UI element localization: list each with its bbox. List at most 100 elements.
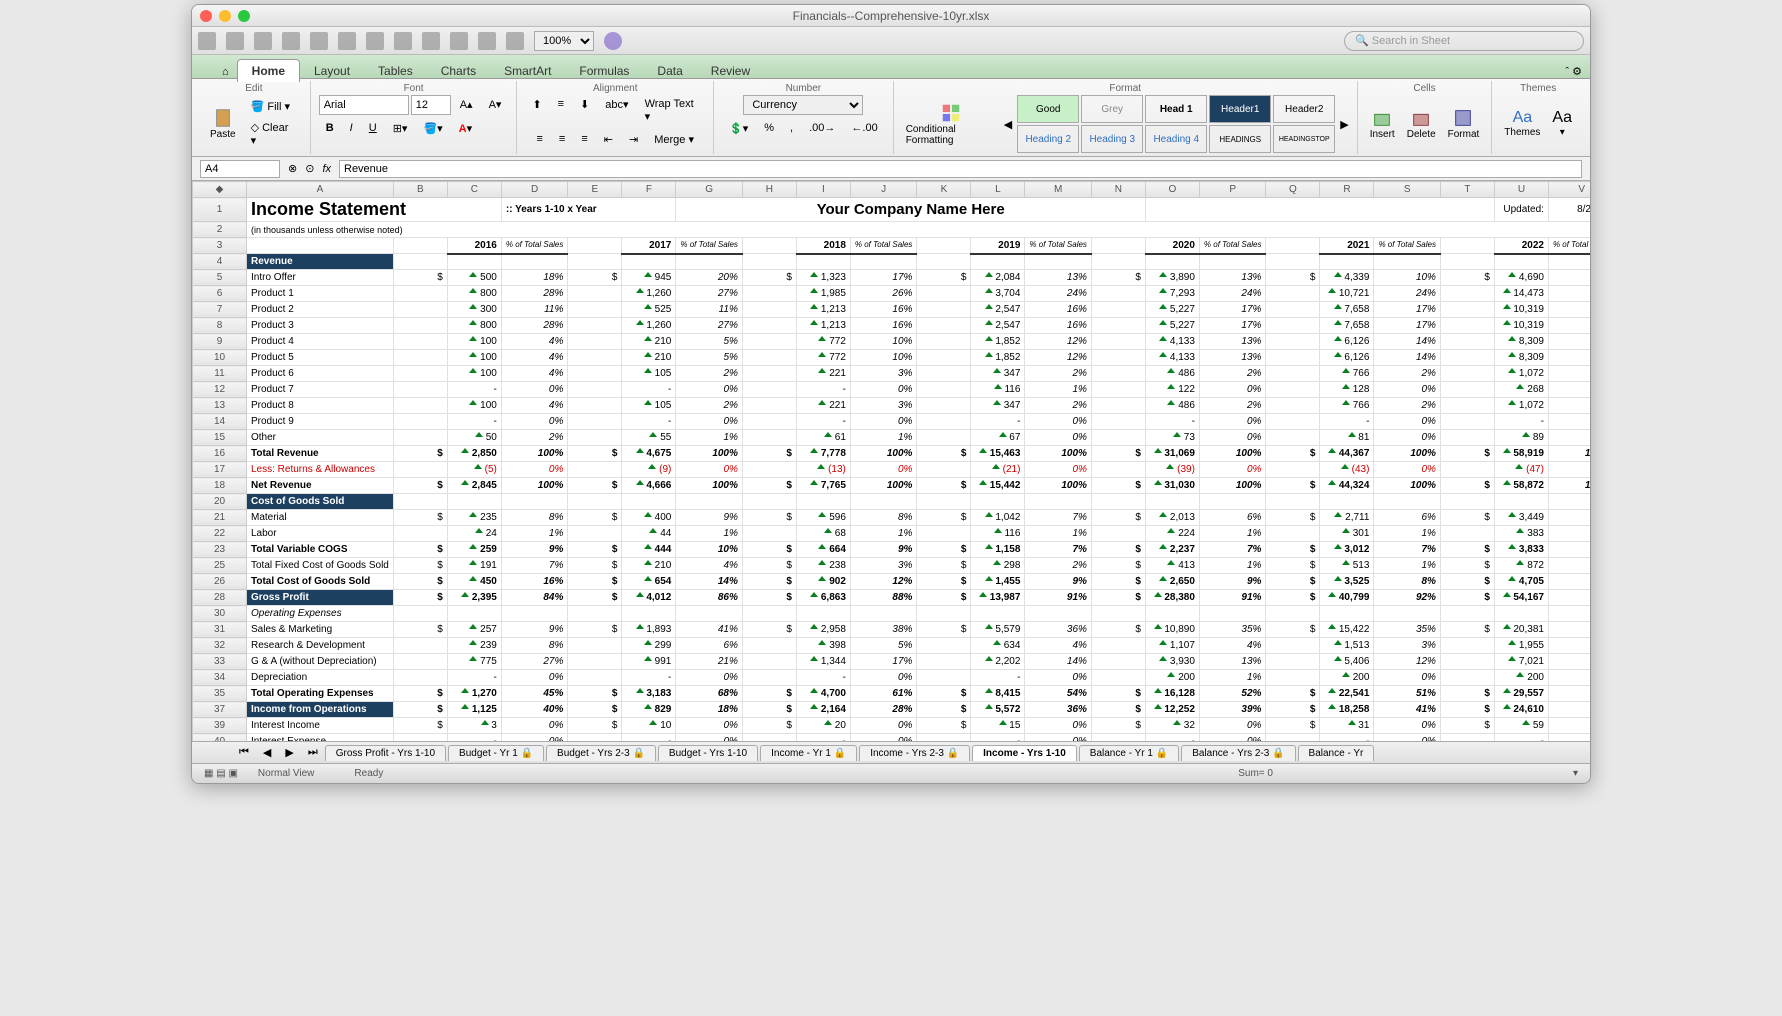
data-cell[interactable]: 259 bbox=[447, 542, 501, 558]
data-cell[interactable]: 7,778 bbox=[796, 446, 850, 462]
data-cell[interactable]: 2,395 bbox=[447, 590, 501, 606]
row-header-7[interactable]: 7 bbox=[193, 302, 247, 318]
search-input[interactable]: 🔍 Search in Sheet bbox=[1344, 31, 1584, 51]
style-prev-icon[interactable]: ◀ bbox=[1004, 118, 1012, 131]
decrease-decimal-button[interactable]: ←.00 bbox=[844, 119, 884, 138]
data-cell[interactable] bbox=[742, 734, 796, 742]
data-cell[interactable]: 6% bbox=[1199, 510, 1266, 526]
autosum-icon[interactable] bbox=[422, 32, 440, 50]
data-cell[interactable] bbox=[1266, 430, 1320, 446]
data-cell[interactable]: $ bbox=[917, 446, 971, 462]
row-header-16[interactable]: 16 bbox=[193, 446, 247, 462]
data-cell[interactable]: 0% bbox=[1548, 734, 1590, 742]
data-cell[interactable]: 7% bbox=[501, 558, 568, 574]
row-label[interactable]: Labor bbox=[247, 526, 394, 542]
data-cell[interactable]: $ bbox=[1440, 270, 1494, 286]
col-header-G[interactable]: G bbox=[676, 182, 743, 198]
font-name-select[interactable] bbox=[319, 95, 409, 115]
data-cell[interactable]: 20% bbox=[676, 270, 743, 286]
data-cell[interactable]: 58,872 bbox=[1494, 478, 1548, 494]
data-cell[interactable]: 2,850 bbox=[447, 446, 501, 462]
data-cell[interactable]: $ bbox=[393, 558, 447, 574]
data-cell[interactable]: 28% bbox=[501, 318, 568, 334]
note-cell[interactable]: (in thousands unless otherwise noted) bbox=[247, 222, 1591, 238]
data-cell[interactable]: 35% bbox=[1199, 622, 1266, 638]
data-cell[interactable]: 32 bbox=[1145, 718, 1199, 734]
data-cell[interactable] bbox=[393, 318, 447, 334]
data-cell[interactable]: $ bbox=[917, 686, 971, 702]
data-cell[interactable]: 300 bbox=[447, 302, 501, 318]
data-cell[interactable]: 1,213 bbox=[796, 318, 850, 334]
data-cell[interactable]: - bbox=[1320, 734, 1374, 742]
data-cell[interactable]: 2% bbox=[1374, 398, 1441, 414]
data-cell[interactable]: 6,126 bbox=[1320, 350, 1374, 366]
data-cell[interactable]: 10% bbox=[676, 542, 743, 558]
data-cell[interactable]: $ bbox=[1091, 542, 1145, 558]
data-cell[interactable]: 3% bbox=[850, 558, 917, 574]
row-header-37[interactable]: 37 bbox=[193, 702, 247, 718]
data-cell[interactable]: 200 bbox=[1320, 670, 1374, 686]
data-cell[interactable]: 25% bbox=[1548, 286, 1590, 302]
data-cell[interactable] bbox=[917, 302, 971, 318]
data-cell[interactable]: 2,547 bbox=[971, 302, 1025, 318]
data-cell[interactable]: $ bbox=[742, 270, 796, 286]
col-header-S[interactable]: S bbox=[1374, 182, 1441, 198]
data-cell[interactable]: 2,164 bbox=[796, 702, 850, 718]
row-header-20[interactable]: 20 bbox=[193, 494, 247, 510]
col-header-R[interactable]: R bbox=[1320, 182, 1374, 198]
data-cell[interactable] bbox=[568, 462, 622, 478]
data-cell[interactable]: 1,955 bbox=[1494, 638, 1548, 654]
data-cell[interactable] bbox=[1440, 382, 1494, 398]
data-cell[interactable]: 15,442 bbox=[971, 478, 1025, 494]
data-cell[interactable] bbox=[568, 670, 622, 686]
data-cell[interactable]: 18% bbox=[501, 270, 568, 286]
data-cell[interactable] bbox=[568, 526, 622, 542]
data-cell[interactable]: (47) bbox=[1494, 462, 1548, 478]
data-cell[interactable]: 14% bbox=[1548, 350, 1590, 366]
data-cell[interactable]: 9% bbox=[501, 542, 568, 558]
data-cell[interactable]: 17% bbox=[850, 654, 917, 670]
data-cell[interactable]: 7,293 bbox=[1145, 286, 1199, 302]
data-cell[interactable]: 4,012 bbox=[622, 590, 676, 606]
data-cell[interactable]: 61% bbox=[850, 686, 917, 702]
data-cell[interactable]: 92% bbox=[1548, 590, 1590, 606]
data-cell[interactable]: 12,252 bbox=[1145, 702, 1199, 718]
data-cell[interactable]: $ bbox=[1091, 702, 1145, 718]
worksheet-tab[interactable]: Balance - Yrs 2-3 🔒 bbox=[1181, 745, 1295, 761]
data-cell[interactable]: 5% bbox=[676, 350, 743, 366]
data-cell[interactable]: $ bbox=[1091, 590, 1145, 606]
data-cell[interactable] bbox=[393, 526, 447, 542]
data-cell[interactable]: 27% bbox=[676, 318, 743, 334]
data-cell[interactable]: (13) bbox=[796, 462, 850, 478]
data-cell[interactable]: 7,021 bbox=[1494, 654, 1548, 670]
data-cell[interactable]: - bbox=[1145, 734, 1199, 742]
data-cell[interactable] bbox=[1440, 318, 1494, 334]
row-header-34[interactable]: 34 bbox=[193, 670, 247, 686]
data-cell[interactable]: 0% bbox=[1025, 734, 1092, 742]
style-headingstop[interactable]: HEADINGSTOP bbox=[1273, 125, 1335, 153]
data-cell[interactable]: 2% bbox=[1025, 558, 1092, 574]
row-label[interactable]: Interest Expense bbox=[247, 734, 394, 742]
data-cell[interactable]: 8,415 bbox=[971, 686, 1025, 702]
data-cell[interactable]: 10,319 bbox=[1494, 318, 1548, 334]
data-cell[interactable]: 0% bbox=[1025, 718, 1092, 734]
data-cell[interactable] bbox=[568, 430, 622, 446]
data-cell[interactable]: 2% bbox=[501, 430, 568, 446]
data-cell[interactable]: $ bbox=[393, 478, 447, 494]
data-cell[interactable]: 0% bbox=[850, 718, 917, 734]
data-cell[interactable]: 91% bbox=[1199, 590, 1266, 606]
tab-prev-icon[interactable]: ◀ bbox=[256, 743, 278, 762]
zoom-icon[interactable] bbox=[238, 10, 250, 22]
data-cell[interactable] bbox=[1266, 414, 1320, 430]
data-cell[interactable]: 100% bbox=[850, 478, 917, 494]
data-cell[interactable]: 10% bbox=[850, 334, 917, 350]
data-cell[interactable]: - bbox=[1494, 414, 1548, 430]
data-cell[interactable]: 4,666 bbox=[622, 478, 676, 494]
data-cell[interactable] bbox=[1440, 366, 1494, 382]
data-cell[interactable]: 8% bbox=[501, 510, 568, 526]
data-cell[interactable] bbox=[1266, 734, 1320, 742]
data-cell[interactable] bbox=[917, 734, 971, 742]
data-cell[interactable]: 991 bbox=[622, 654, 676, 670]
data-cell[interactable]: 2,845 bbox=[447, 478, 501, 494]
data-cell[interactable]: 4,133 bbox=[1145, 350, 1199, 366]
